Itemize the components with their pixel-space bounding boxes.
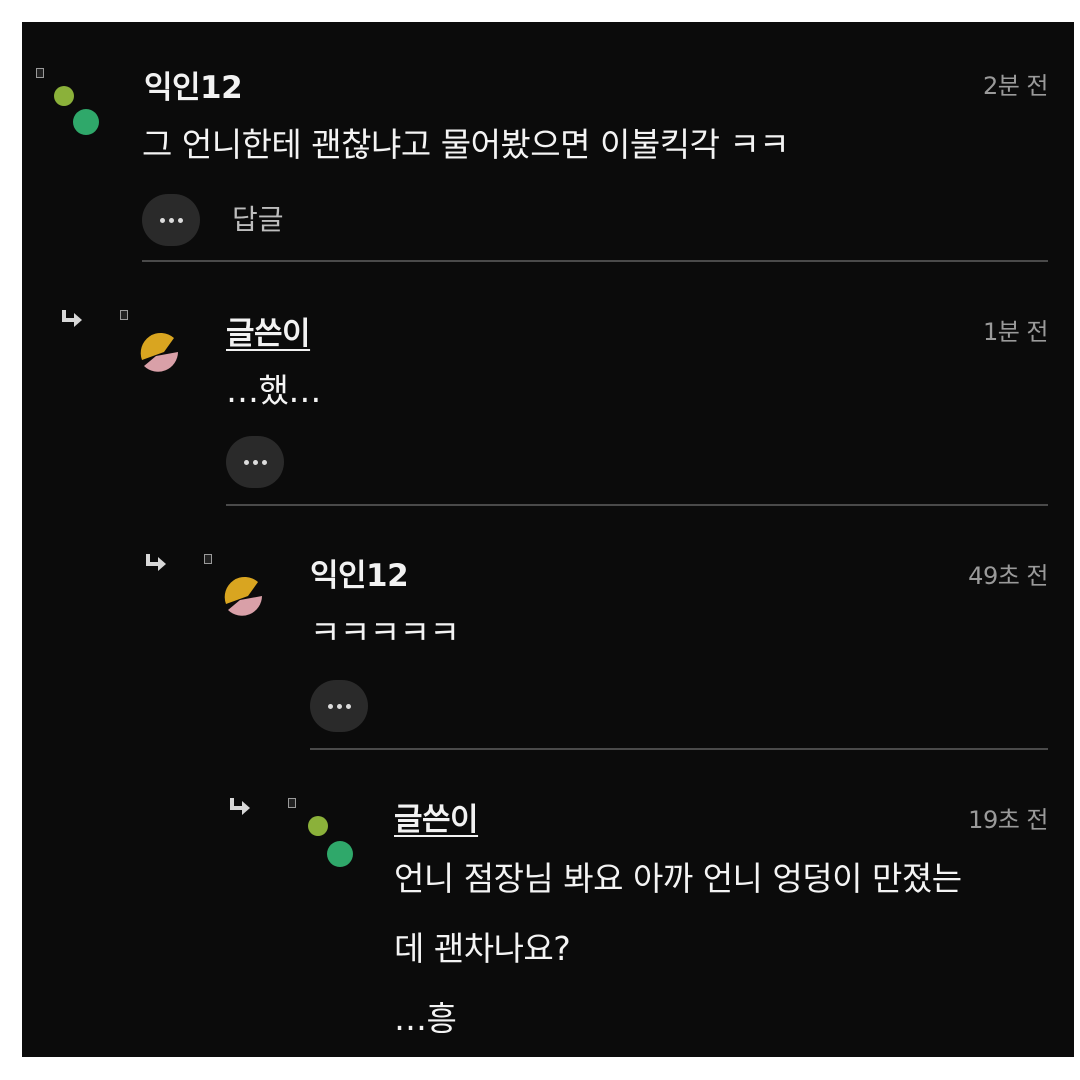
comment-text-line: 언니 점장님 봐요 아까 언니 엉덩이 만졌는 bbox=[394, 859, 962, 898]
divider bbox=[142, 260, 1048, 262]
comment-text-line: …흥 bbox=[394, 999, 457, 1038]
reply-arrow-icon bbox=[146, 554, 166, 571]
comment-text: …했… bbox=[226, 371, 321, 410]
avatar-pie-icon bbox=[224, 576, 262, 616]
comment-time: 2분 전 bbox=[982, 72, 1049, 100]
badge-icon bbox=[288, 798, 296, 808]
more-options-button[interactable] bbox=[226, 436, 284, 488]
badge-icon bbox=[204, 554, 212, 564]
comment-author[interactable]: 글쓴이 bbox=[394, 794, 479, 839]
avatar-dots-icon bbox=[308, 816, 353, 867]
badge-icon bbox=[120, 310, 128, 320]
badge-icon bbox=[36, 68, 44, 78]
comment-author[interactable]: 익인12 bbox=[144, 62, 243, 107]
comment-text-line: 데 괜차나요? bbox=[394, 929, 571, 968]
comment-text: ㅋㅋㅋㅋㅋ bbox=[310, 613, 460, 652]
comment-text: 그 언니한테 괜찮냐고 물어봤으면 이불킥각 ㅋㅋ bbox=[142, 125, 790, 164]
reply-button[interactable]: 답글 bbox=[232, 198, 284, 238]
more-options-button[interactable] bbox=[142, 194, 200, 246]
more-options-button[interactable] bbox=[310, 680, 368, 732]
avatar-dots-icon bbox=[54, 86, 99, 135]
reply-arrow-icon bbox=[62, 310, 82, 327]
comment-author[interactable]: 글쓴이 bbox=[226, 308, 311, 353]
reply-arrow-icon bbox=[230, 798, 250, 815]
comment-time: 49초 전 bbox=[968, 562, 1048, 590]
comment-author[interactable]: 익인12 bbox=[310, 550, 409, 595]
divider bbox=[226, 504, 1048, 506]
comment-thread: 익인12 2분 전 그 언니한테 괜찮냐고 물어봤으면 이불킥각 ㅋㅋ 답글 글… bbox=[22, 22, 1074, 1057]
avatar-pie-icon bbox=[140, 332, 178, 372]
divider bbox=[310, 748, 1048, 750]
comment-time: 19초 전 bbox=[968, 806, 1048, 834]
comment-time: 1분 전 bbox=[982, 318, 1049, 346]
